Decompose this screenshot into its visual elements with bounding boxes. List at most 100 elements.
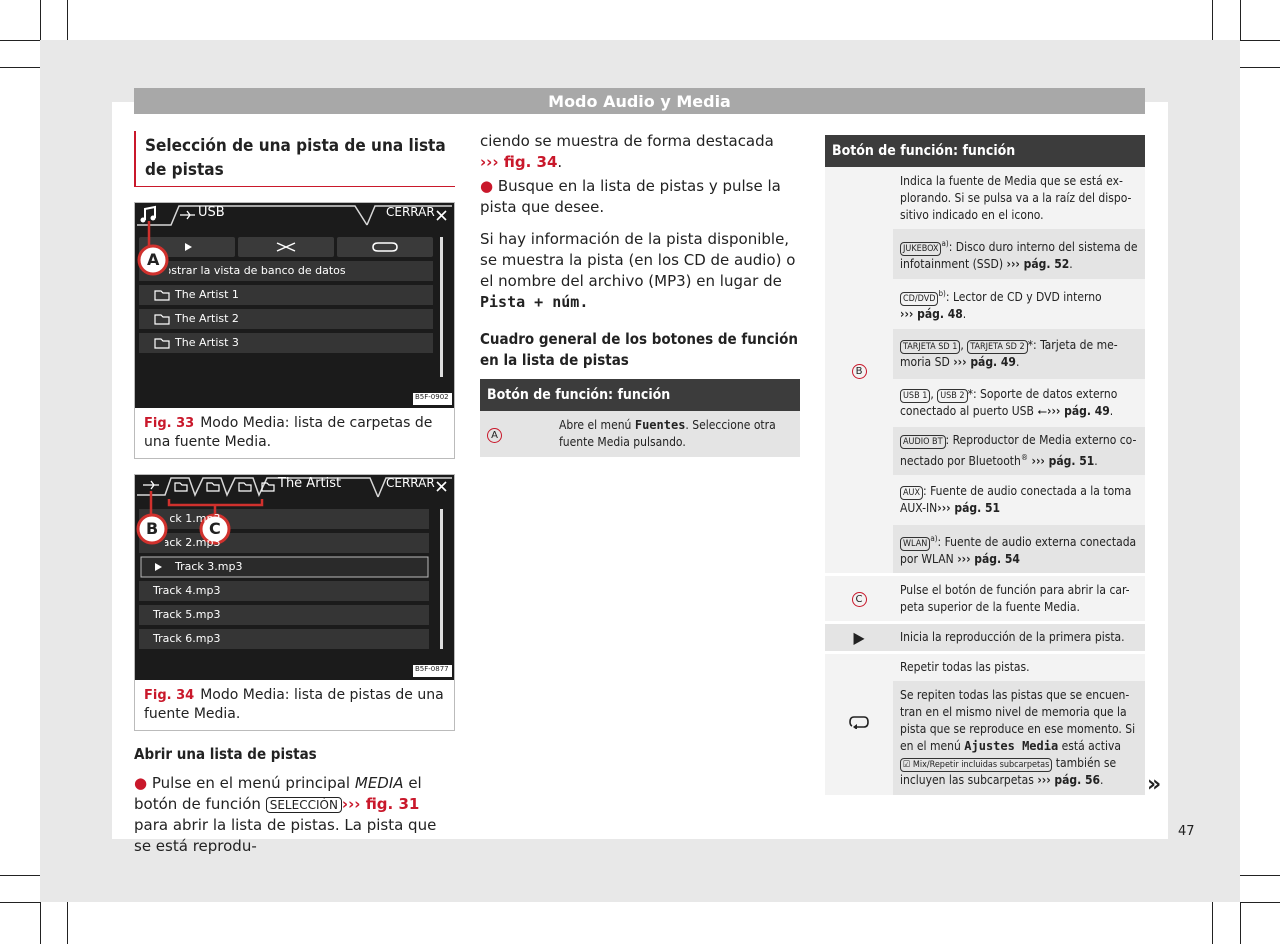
open-list-title: Abrir una lista de pistas bbox=[134, 745, 317, 763]
footnote: b) bbox=[938, 289, 946, 298]
text: Repetir todas las pistas. bbox=[900, 660, 1030, 674]
checkbox-key-label: ☑ Mix/Repetir incluidas subcarpetas bbox=[900, 758, 1053, 772]
text: . bbox=[1100, 773, 1104, 787]
table-header-row: Botón de función: función bbox=[480, 379, 800, 411]
folder-item: The Artist 2 bbox=[175, 312, 239, 325]
text: Si hay información de la pista disponibl… bbox=[480, 230, 796, 290]
page-reference[interactable]: ››› pág. 49 bbox=[1047, 404, 1110, 418]
crop-mark bbox=[67, 902, 68, 944]
mono-text: Fuentes bbox=[634, 418, 686, 432]
folder-item: The Artist 3 bbox=[175, 336, 239, 349]
function-table-b: Botón de función: función B Indica la fu… bbox=[825, 135, 1145, 795]
key-label: SELECCIÓN bbox=[265, 797, 342, 813]
text: ciendo se muestra de forma destacada bbox=[480, 132, 774, 150]
callout-letter: A bbox=[487, 427, 502, 443]
footnote: a) bbox=[930, 534, 938, 543]
table-cell: JUKEBOXa): Disco duro interno del sistem… bbox=[900, 239, 1138, 271]
table-cell: AUX: Fuente de audio conectada a la toma… bbox=[893, 475, 1145, 525]
folder-item: The Artist 1 bbox=[175, 288, 239, 301]
column-left: Selección de una pista de una lista de p… bbox=[134, 131, 455, 857]
figure-34-caption: Fig. 34 Modo Media: lista de pistas de un… bbox=[135, 680, 454, 730]
table-cell: B bbox=[825, 167, 893, 575]
key-label: AUX bbox=[900, 486, 924, 500]
callout-b: B bbox=[146, 519, 159, 538]
figure-code: B5F-0877 bbox=[415, 665, 449, 673]
close-label: CERRAR bbox=[386, 476, 435, 490]
usb-screen-graphic bbox=[135, 203, 454, 408]
paragraph: ● Busque en la lista de pistas y pulse l… bbox=[480, 176, 800, 218]
table-header: Botón de función: función bbox=[480, 379, 800, 411]
page-reference[interactable]: ››› pág. 52 bbox=[1007, 257, 1070, 271]
play-icon: ▶ bbox=[853, 628, 865, 647]
page-reference[interactable]: ››› pág. 49 bbox=[953, 355, 1016, 369]
checkbox-icon: ☑ bbox=[903, 760, 911, 770]
key-label: AUDIO BT bbox=[900, 435, 946, 449]
table-cell bbox=[825, 653, 893, 796]
column-right: Botón de función: función B Indica la fu… bbox=[825, 135, 1145, 795]
text: Abre el menú bbox=[559, 418, 632, 432]
text: está activa bbox=[1061, 739, 1121, 753]
track-item: Track 6.mp3 bbox=[153, 632, 221, 645]
footnote: a) bbox=[941, 239, 949, 248]
page-reference[interactable]: ››› pág. 56 bbox=[1037, 773, 1100, 787]
mono-text: Ajustes Media bbox=[964, 739, 1059, 753]
page-header: Modo Audio y Media bbox=[134, 88, 1145, 114]
text: Mix/Repetir incluidas subcarpetas bbox=[912, 760, 1050, 770]
figure-number: Fig. 34 bbox=[144, 688, 195, 703]
table-row: A Abre el menú Fuentes. Seleccione otra … bbox=[480, 411, 800, 457]
figure-reference[interactable]: ››› fig. 34 bbox=[480, 153, 557, 171]
crop-mark bbox=[0, 40, 40, 41]
crop-mark bbox=[1240, 902, 1241, 944]
crop-mark bbox=[1212, 0, 1213, 40]
usb-icon: ⭠ bbox=[1037, 404, 1047, 418]
crop-mark bbox=[0, 875, 40, 876]
callout-a: A bbox=[147, 250, 160, 269]
track-screen-graphic bbox=[135, 475, 454, 680]
figure-34: The Artist CERRAR B C Track 1.mp3 Track … bbox=[134, 474, 455, 731]
page-number: 47 bbox=[1178, 824, 1195, 839]
figure-reference[interactable]: ››› fig. 31 bbox=[342, 795, 419, 813]
page-reference[interactable]: ››› pág. 54 bbox=[957, 552, 1020, 566]
figure-34-screen: The Artist CERRAR B C Track 1.mp3 Track … bbox=[135, 475, 454, 680]
section-title: Selección de una pista de una lista de p… bbox=[134, 131, 455, 187]
page-reference[interactable]: ››› pág. 51 bbox=[1032, 454, 1095, 468]
text: Busque en la lista de pistas y pulse la … bbox=[480, 177, 781, 216]
callout-letter: C bbox=[851, 592, 867, 607]
bullet-icon: ● bbox=[134, 774, 148, 792]
key-label: JUKEBOX bbox=[900, 242, 942, 256]
table-row: Repetir todas las pistas. bbox=[825, 652, 1145, 730]
page-reference[interactable]: ››› pág. 48 bbox=[900, 307, 963, 321]
crop-mark bbox=[0, 67, 40, 68]
table-row: C Pulse el botón de función para abrir l… bbox=[825, 574, 1145, 623]
bullet-icon: ● bbox=[480, 177, 494, 195]
crop-mark bbox=[40, 902, 41, 944]
crop-mark bbox=[1240, 875, 1280, 876]
paragraph: ciendo se muestra de forma destacada ›››… bbox=[480, 131, 800, 173]
figure-number: Fig. 33 bbox=[144, 416, 195, 431]
table-cell: Inicia la reproducción de la primera pis… bbox=[893, 623, 1145, 653]
crop-mark bbox=[1212, 902, 1213, 944]
menu-item: Mostrar la vista de banco de datos bbox=[155, 264, 346, 277]
page-reference[interactable]: ››› pág. 51 bbox=[937, 501, 1000, 515]
text: Pulse en el menú principal bbox=[151, 774, 351, 792]
table-cell: CD/DVDb): Lector de CD y DVD interno ›››… bbox=[900, 289, 1102, 321]
crop-mark bbox=[0, 902, 40, 903]
function-table-a: Botón de función: función A Abre el menú… bbox=[480, 379, 800, 457]
table-cell: TARJETA SD 1, TARJETA SD 2 *: Tarjeta de … bbox=[900, 338, 1118, 369]
crop-mark bbox=[1240, 67, 1280, 68]
text: MEDIA bbox=[354, 774, 404, 792]
table-cell: WLANa): Fuente de audio externa conectad… bbox=[893, 525, 1145, 575]
source-label: USB bbox=[198, 205, 225, 220]
text: : Lector de CD y DVD interno bbox=[945, 290, 1102, 304]
folder-label: The Artist bbox=[278, 476, 342, 491]
figure-code: B5F-0902 bbox=[415, 393, 449, 401]
table-header: Botón de función: función bbox=[825, 135, 1145, 167]
close-label: CERRAR bbox=[386, 205, 435, 219]
track-item: Track 4.mp3 bbox=[153, 584, 221, 597]
table-cell: USB 1, USB 2 *: Soporte de datos externo … bbox=[900, 387, 1118, 418]
text: Inicia la reproducción de la primera pis… bbox=[900, 630, 1125, 644]
column-middle: ciendo se muestra de forma destacada ›››… bbox=[480, 131, 800, 457]
callout-letter: B bbox=[851, 363, 867, 379]
key-label: USB 2 bbox=[937, 389, 968, 403]
crop-mark bbox=[1240, 902, 1280, 903]
